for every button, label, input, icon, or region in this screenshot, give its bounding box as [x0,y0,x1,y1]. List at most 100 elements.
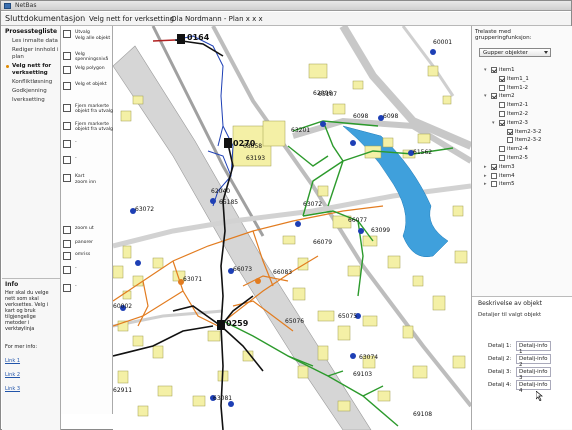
toolbar-label: - [75,156,77,161]
collapse-icon[interactable]: ▸ [484,172,490,180]
toolbar-checkbox[interactable] [63,284,71,292]
tree-node[interactable]: Item2-1 [484,101,572,110]
map-label-66077: 66077 [348,217,367,224]
group-select[interactable]: Gupper objekter [479,48,551,57]
tree-label: Item1-2 [507,84,529,91]
toolbar-item-6[interactable]: Fjern markerte objekt fra utvalg [63,122,113,136]
toolbar-item-1[interactable]: Utvalg Velg alle objekt [63,30,112,44]
toolbar-checkbox[interactable] [63,104,71,112]
tree-checkbox[interactable] [491,163,497,170]
expand-icon[interactable]: ▾ [492,119,498,127]
tree-label: Item2-1 [507,102,529,109]
tree-checkbox[interactable] [491,181,497,188]
map-canvas[interactable]: 0164 0270 0259 6098 61562 63201 65107 60… [113,26,471,430]
tree-checkbox[interactable] [499,110,505,117]
tree-node[interactable]: Item1_1 [484,75,572,84]
toolbar-item-7[interactable]: - [63,140,112,154]
toolbar-checkbox[interactable] [63,252,71,260]
tree-node[interactable]: ▸ item3 [484,163,572,172]
toolbar-checkbox[interactable] [63,226,71,234]
process-step-4[interactable]: Konfliktløsning [2,78,60,87]
toolbar-item-10[interactable]: zoom ut [63,226,112,240]
tree-node[interactable]: Item2-3-2 [484,136,572,145]
toolbar-checkbox[interactable] [63,156,71,164]
info-text: Her skal du velge nett som skal verksett… [5,290,49,332]
info-link-1[interactable]: Link 1 [5,358,57,364]
toolbar-item-2[interactable]: Velg spenningsnivå [63,52,112,66]
toolbar-item-4[interactable]: Velg et objekt [63,82,112,96]
map-label-62911: 62911 [113,387,132,394]
toolbar-label: - [75,140,77,145]
tree-node[interactable]: Item2-2 [484,110,572,119]
process-step-2[interactable]: Rediger innhold i plan [2,46,60,62]
tree-label: item4 [499,172,515,179]
map-label-69108: 69108 [413,411,432,418]
process-step-3[interactable]: Velg nett for verksetting [2,62,60,78]
detail-value-field[interactable]: Detalj-info 4 [516,380,551,394]
toolbar-checkbox[interactable] [63,122,71,130]
toolbar-checkbox[interactable] [63,66,71,74]
tree-node[interactable]: ▾ item1 [484,66,572,75]
tree-checkbox[interactable] [499,84,505,91]
tree-node[interactable]: ▾ item2 [484,92,572,101]
toolbar-checkbox[interactable] [63,52,71,60]
tree-node[interactable]: ▸ item5 [484,180,572,189]
info-link-3[interactable]: Link 3 [5,386,57,392]
tree-checkbox[interactable] [491,172,497,179]
tree-node[interactable]: item2-5 [484,154,572,163]
toolbar-checkbox[interactable] [63,30,71,38]
process-step-1[interactable]: Les inmalte data [2,37,60,46]
app-window: NetBas Sluttdokumentasjon Velg nett for … [0,0,572,430]
tree-checkbox[interactable] [499,102,505,109]
toolbar-label: Kart [75,174,85,179]
tree-label: item1 [499,67,515,73]
tree-checkbox[interactable] [491,67,497,73]
toolbar-item-8[interactable]: - [63,156,112,170]
tree-checkbox[interactable] [499,119,505,126]
collapse-icon[interactable]: ▸ [484,180,490,188]
toolbar-item-5[interactable]: Fjern markerte objekt fra utvalg [63,104,113,118]
toolbar-checkbox[interactable] [63,174,71,182]
expand-icon[interactable]: ▾ [484,66,490,74]
map-label-63081: 63081 [213,395,232,402]
tree-node[interactable]: Item2-3-2 [484,128,572,137]
map-label-62040: 62040 [211,188,230,195]
expand-icon[interactable]: ▾ [484,92,490,100]
toolbar-label: Velg polygon [75,66,105,71]
toolbar-sublabel: zoom inn [75,180,97,185]
tree-checkbox[interactable] [491,93,497,100]
process-step-6[interactable]: Iverksetting [2,96,60,105]
tree-checkbox[interactable] [499,154,505,161]
map-view[interactable]: 0164 0270 0259 6098 61562 63201 65107 60… [113,26,471,430]
object-tree: ▾ item1 Item1_1 Item1-2 ▾ item2 Item2-1 Item2-2… [484,66,572,189]
tree-checkbox[interactable] [499,75,505,82]
tree-node[interactable]: ▾ item2-3 [484,119,572,128]
toolbar-checkbox[interactable] [63,266,71,274]
toolbar-label: zoom ut [75,226,94,231]
toolbar-checkbox[interactable] [63,140,71,148]
toolbar-item-13[interactable]: - [63,266,112,280]
process-step-5[interactable]: Godkjenning [2,87,60,96]
detail-value-field[interactable]: Detalj-info 2 [516,354,551,368]
tree-checkbox[interactable] [499,146,505,153]
detail-value-field[interactable]: Detalj-info 1 [516,341,551,355]
tree-node[interactable]: ▸ item4 [484,172,572,181]
process-heading: Prosesstegliste [5,28,58,35]
tree-node[interactable]: Item1-2 [484,84,572,93]
toolbar-item-3[interactable]: Velg polygon [63,66,112,80]
info-heading: Info [5,281,19,288]
detail-row: Detalj 4: Detalj-info 4 [488,380,572,394]
tree-node[interactable]: item2-4 [484,145,572,154]
toolbar-item-9[interactable]: Kart zoom inn [63,174,112,188]
detail-value-field[interactable]: Detalj-info 3 [516,367,551,381]
collapse-icon[interactable]: ▸ [484,163,490,171]
toolbar-checkbox[interactable] [63,82,71,90]
tree-checkbox[interactable] [507,128,513,135]
toolbar-label: Velg spenningsnivå [75,52,109,62]
info-link-2[interactable]: Link 2 [5,372,57,378]
toolbar-label: - [75,284,77,289]
tree-checkbox[interactable] [507,137,513,144]
toolbar-item-12[interactable]: omriss [63,252,112,266]
toolbar-checkbox[interactable] [63,240,71,248]
toolbar-item-14[interactable]: - [63,284,112,298]
